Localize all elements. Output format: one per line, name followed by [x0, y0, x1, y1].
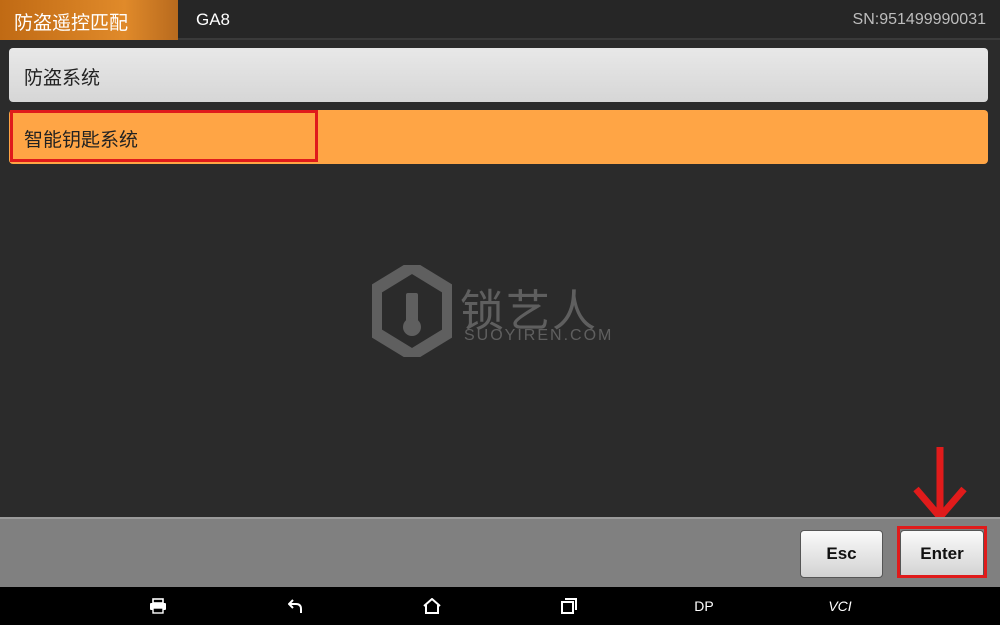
watermark-brand-en: SUOYIREN.COM	[464, 327, 614, 344]
annotation-highlight-box	[10, 110, 318, 162]
page-title: 防盗遥控匹配	[14, 12, 129, 34]
watermark: 锁艺人 SUOYIREN.COM	[372, 265, 632, 357]
menu-item-immobilizer-system[interactable]: 防盗系统	[9, 48, 988, 102]
menu-item-label: 防盗系统	[24, 67, 101, 89]
vci-button[interactable]: VCI	[820, 587, 860, 625]
system-navigation-bar: DP VCI	[0, 587, 1000, 625]
vehicle-model-label: GA8	[196, 10, 231, 29]
annotation-highlight-box	[897, 526, 987, 578]
title-bar: 防盗遥控匹配 GA8 SN:951499990031	[0, 0, 1000, 40]
action-bar: Esc Enter	[0, 517, 1000, 587]
print-icon[interactable]	[140, 587, 176, 625]
annotation-arrow-icon	[913, 447, 967, 523]
recent-apps-icon[interactable]	[551, 587, 587, 625]
back-icon[interactable]	[278, 587, 314, 625]
suoyiren-logo-icon	[372, 265, 452, 357]
esc-button[interactable]: Esc	[800, 530, 883, 578]
page-title-tab: 防盗遥控匹配	[0, 0, 178, 40]
home-icon[interactable]	[414, 587, 450, 625]
serial-number: SN:951499990031	[852, 11, 986, 28]
dp-button[interactable]: DP	[686, 587, 722, 625]
